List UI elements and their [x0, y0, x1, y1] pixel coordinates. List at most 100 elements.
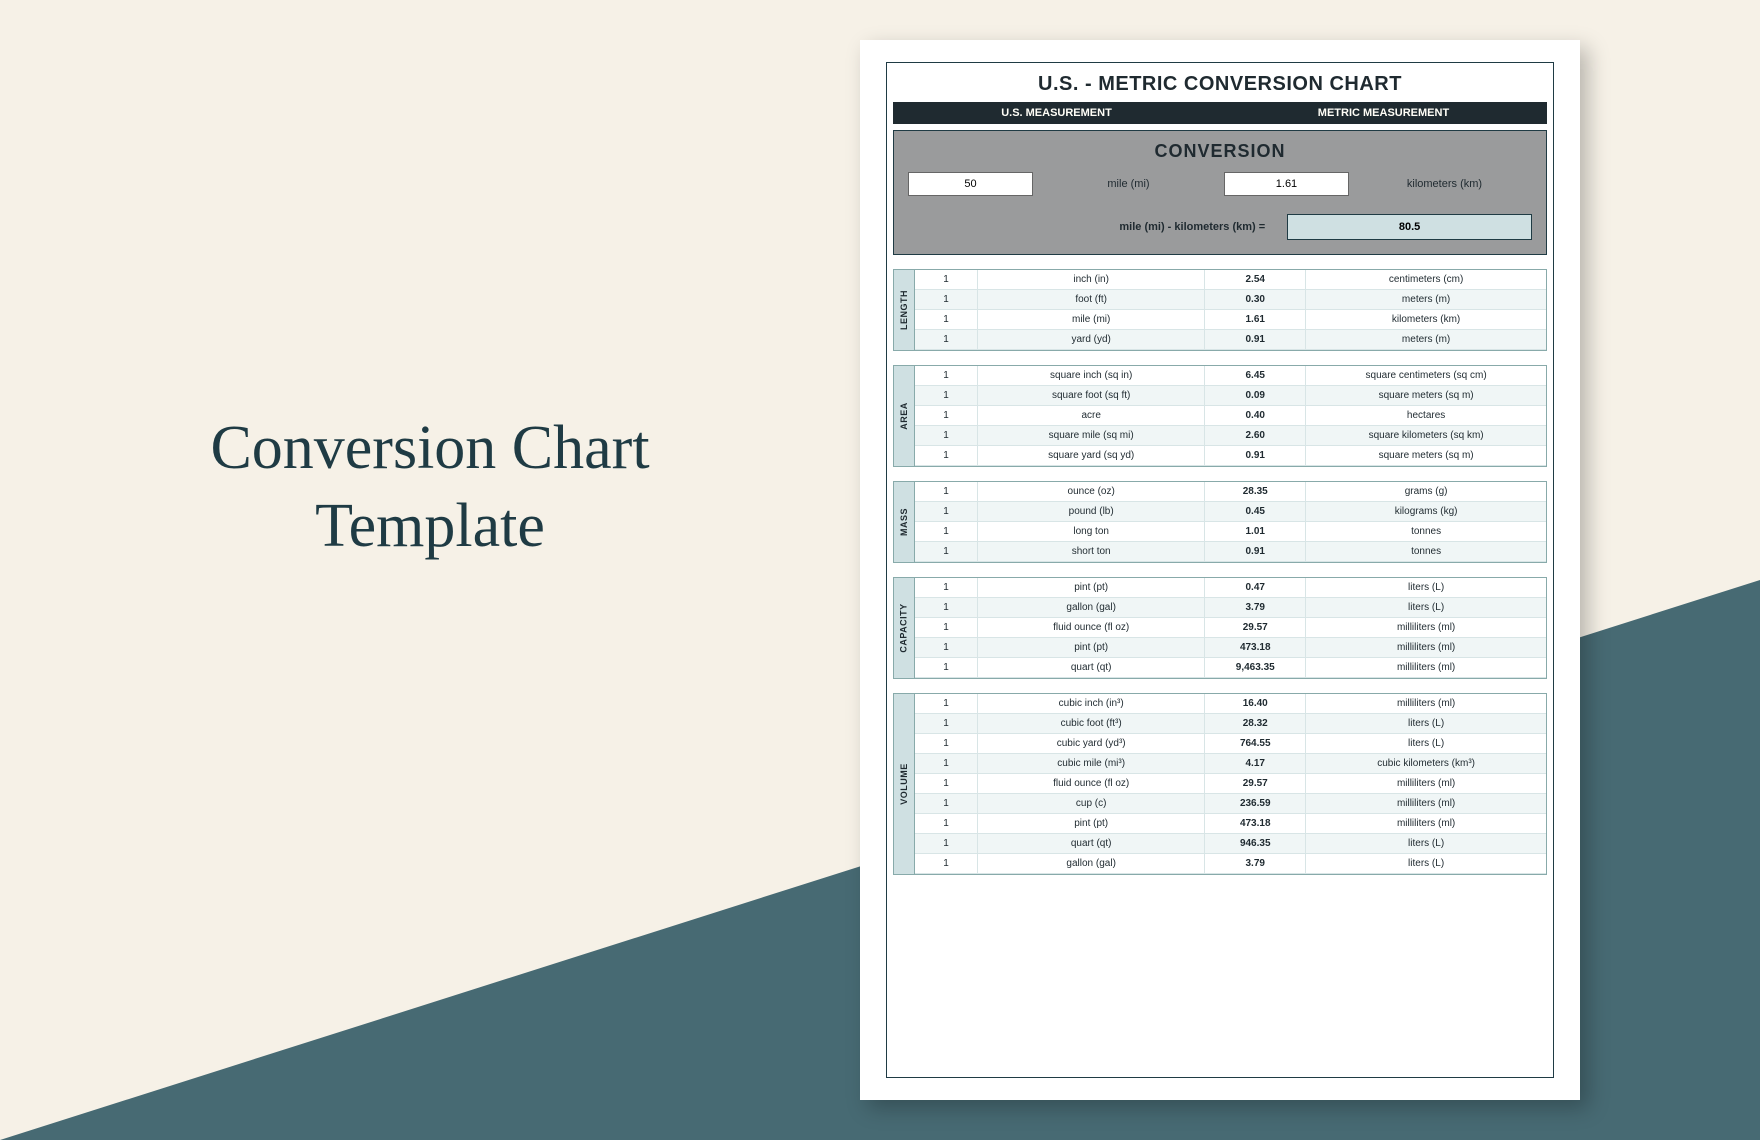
- conversion-title: CONVERSION: [908, 141, 1532, 162]
- table-row: 1yard (yd)0.91meters (m): [915, 330, 1546, 350]
- cell-us-unit: short ton: [978, 542, 1205, 562]
- section-capacity: CAPACITY1pint (pt)0.47liters (L)1gallon …: [893, 577, 1547, 679]
- cell-us-unit: ounce (oz): [978, 482, 1205, 502]
- conversion-input-unit: mile (mi): [1041, 178, 1216, 190]
- section-label: MASS: [893, 481, 915, 563]
- cell-qty: 1: [915, 814, 978, 834]
- section-area: AREA1square inch (sq in)6.45square centi…: [893, 365, 1547, 467]
- cell-factor: 6.45: [1205, 366, 1306, 386]
- cell-qty: 1: [915, 310, 978, 330]
- cell-qty: 1: [915, 658, 978, 678]
- cell-qty: 1: [915, 774, 978, 794]
- cell-us-unit: fluid ounce (fl oz): [978, 774, 1205, 794]
- cell-metric-unit: liters (L): [1306, 714, 1546, 734]
- section-table: 1pint (pt)0.47liters (L)1gallon (gal)3.7…: [915, 577, 1547, 679]
- cell-metric-unit: liters (L): [1306, 854, 1546, 874]
- conversion-factor: 1.61: [1224, 172, 1349, 196]
- conversion-output-unit: kilometers (km): [1357, 178, 1532, 190]
- cell-factor: 2.60: [1205, 426, 1306, 446]
- cell-factor: 9,463.35: [1205, 658, 1306, 678]
- section-label: AREA: [893, 365, 915, 467]
- cell-us-unit: cubic foot (ft³): [978, 714, 1205, 734]
- cell-factor: 0.91: [1205, 542, 1306, 562]
- cell-us-unit: mile (mi): [978, 310, 1205, 330]
- cell-qty: 1: [915, 502, 978, 522]
- cell-factor: 0.91: [1205, 330, 1306, 350]
- section-label: VOLUME: [893, 693, 915, 875]
- cell-metric-unit: milliliters (ml): [1306, 618, 1546, 638]
- table-row: 1square inch (sq in)6.45square centimete…: [915, 366, 1546, 386]
- table-row: 1cubic foot (ft³)28.32liters (L): [915, 714, 1546, 734]
- cell-qty: 1: [915, 426, 978, 446]
- cell-factor: 946.35: [1205, 834, 1306, 854]
- cell-qty: 1: [915, 854, 978, 874]
- cell-metric-unit: kilometers (km): [1306, 310, 1546, 330]
- conversion-result-label: mile (mi) - kilometers (km) =: [908, 221, 1275, 233]
- cell-qty: 1: [915, 482, 978, 502]
- table-row: 1short ton0.91tonnes: [915, 542, 1546, 562]
- cell-us-unit: quart (qt): [978, 834, 1205, 854]
- cell-metric-unit: liters (L): [1306, 598, 1546, 618]
- cell-us-unit: cubic yard (yd³): [978, 734, 1205, 754]
- cell-factor: 0.40: [1205, 406, 1306, 426]
- cell-factor: 28.35: [1205, 482, 1306, 502]
- cell-factor: 16.40: [1205, 694, 1306, 714]
- cell-metric-unit: grams (g): [1306, 482, 1546, 502]
- cell-metric-unit: cubic kilometers (km³): [1306, 754, 1546, 774]
- cell-qty: 1: [915, 366, 978, 386]
- cell-factor: 0.30: [1205, 290, 1306, 310]
- header-bar: U.S. MEASUREMENT METRIC MEASUREMENT: [893, 102, 1547, 124]
- cell-factor: 0.45: [1205, 502, 1306, 522]
- table-row: 1fluid ounce (fl oz)29.57milliliters (ml…: [915, 774, 1546, 794]
- conversion-box: CONVERSION 50 mile (mi) 1.61 kilometers …: [893, 130, 1547, 255]
- cell-factor: 0.09: [1205, 386, 1306, 406]
- cell-factor: 3.79: [1205, 854, 1306, 874]
- cell-qty: 1: [915, 694, 978, 714]
- conversion-input-value[interactable]: 50: [908, 172, 1033, 196]
- section-table: 1inch (in)2.54centimeters (cm)1foot (ft)…: [915, 269, 1547, 351]
- cell-us-unit: inch (in): [978, 270, 1205, 290]
- cell-us-unit: yard (yd): [978, 330, 1205, 350]
- page-title: Conversion Chart Template: [150, 410, 710, 565]
- cell-factor: 0.91: [1205, 446, 1306, 466]
- cell-us-unit: cubic inch (in³): [978, 694, 1205, 714]
- table-row: 1square yard (sq yd)0.91square meters (s…: [915, 446, 1546, 466]
- cell-qty: 1: [915, 522, 978, 542]
- cell-metric-unit: milliliters (ml): [1306, 774, 1546, 794]
- cell-factor: 2.54: [1205, 270, 1306, 290]
- cell-metric-unit: square meters (sq m): [1306, 446, 1546, 466]
- cell-qty: 1: [915, 734, 978, 754]
- cell-qty: 1: [915, 270, 978, 290]
- table-row: 1cup (c)236.59milliliters (ml): [915, 794, 1546, 814]
- cell-qty: 1: [915, 618, 978, 638]
- cell-metric-unit: milliliters (ml): [1306, 694, 1546, 714]
- cell-us-unit: fluid ounce (fl oz): [978, 618, 1205, 638]
- cell-qty: 1: [915, 446, 978, 466]
- table-row: 1square mile (sq mi)2.60square kilometer…: [915, 426, 1546, 446]
- cell-factor: 3.79: [1205, 598, 1306, 618]
- cell-metric-unit: milliliters (ml): [1306, 814, 1546, 834]
- cell-factor: 0.47: [1205, 578, 1306, 598]
- document-preview: U.S. - METRIC CONVERSION CHART U.S. MEAS…: [860, 40, 1580, 1100]
- cell-us-unit: foot (ft): [978, 290, 1205, 310]
- table-row: 1fluid ounce (fl oz)29.57milliliters (ml…: [915, 618, 1546, 638]
- table-row: 1long ton1.01tonnes: [915, 522, 1546, 542]
- section-length: LENGTH1inch (in)2.54centimeters (cm)1foo…: [893, 269, 1547, 351]
- table-row: 1cubic yard (yd³)764.55liters (L): [915, 734, 1546, 754]
- section-label: CAPACITY: [893, 577, 915, 679]
- cell-metric-unit: square meters (sq m): [1306, 386, 1546, 406]
- cell-metric-unit: liters (L): [1306, 734, 1546, 754]
- cell-qty: 1: [915, 834, 978, 854]
- table-row: 1pound (lb)0.45kilograms (kg): [915, 502, 1546, 522]
- section-table: 1ounce (oz)28.35grams (g)1pound (lb)0.45…: [915, 481, 1547, 563]
- table-row: 1gallon (gal)3.79liters (L): [915, 598, 1546, 618]
- cell-qty: 1: [915, 542, 978, 562]
- cell-metric-unit: kilograms (kg): [1306, 502, 1546, 522]
- cell-metric-unit: liters (L): [1306, 578, 1546, 598]
- cell-us-unit: square yard (sq yd): [978, 446, 1205, 466]
- cell-us-unit: pint (pt): [978, 814, 1205, 834]
- cell-factor: 1.01: [1205, 522, 1306, 542]
- section-volume: VOLUME1cubic inch (in³)16.40milliliters …: [893, 693, 1547, 875]
- table-row: 1ounce (oz)28.35grams (g): [915, 482, 1546, 502]
- cell-factor: 473.18: [1205, 638, 1306, 658]
